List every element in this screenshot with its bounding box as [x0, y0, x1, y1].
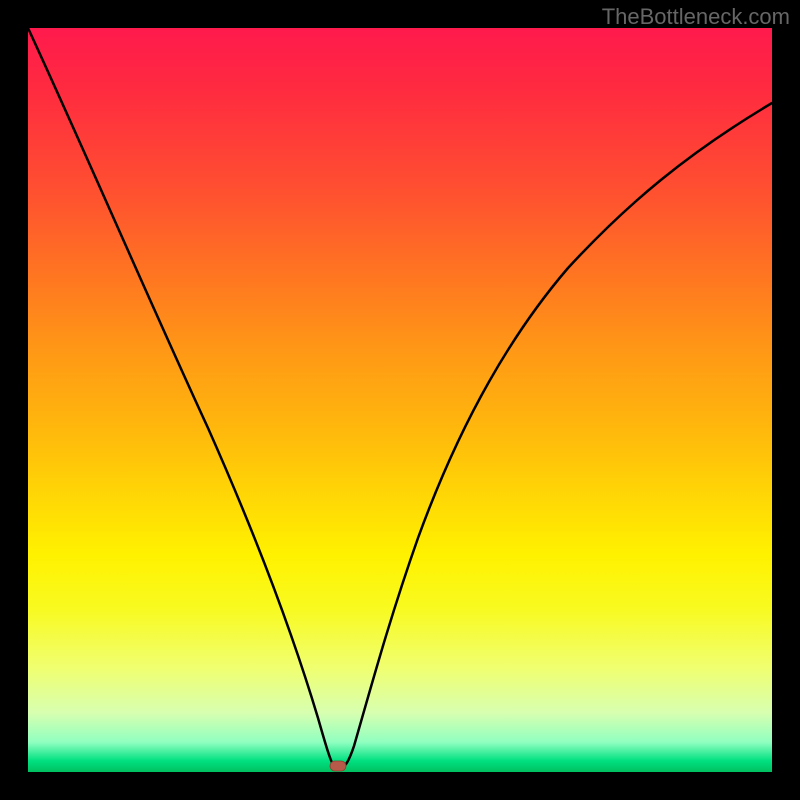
- bottleneck-curve-path: [28, 28, 772, 768]
- plot-area: [28, 28, 772, 772]
- chart-container: TheBottleneck.com: [0, 0, 800, 800]
- curve-svg: [28, 28, 772, 772]
- optimal-point-marker: [330, 761, 346, 771]
- watermark-text: TheBottleneck.com: [602, 4, 790, 30]
